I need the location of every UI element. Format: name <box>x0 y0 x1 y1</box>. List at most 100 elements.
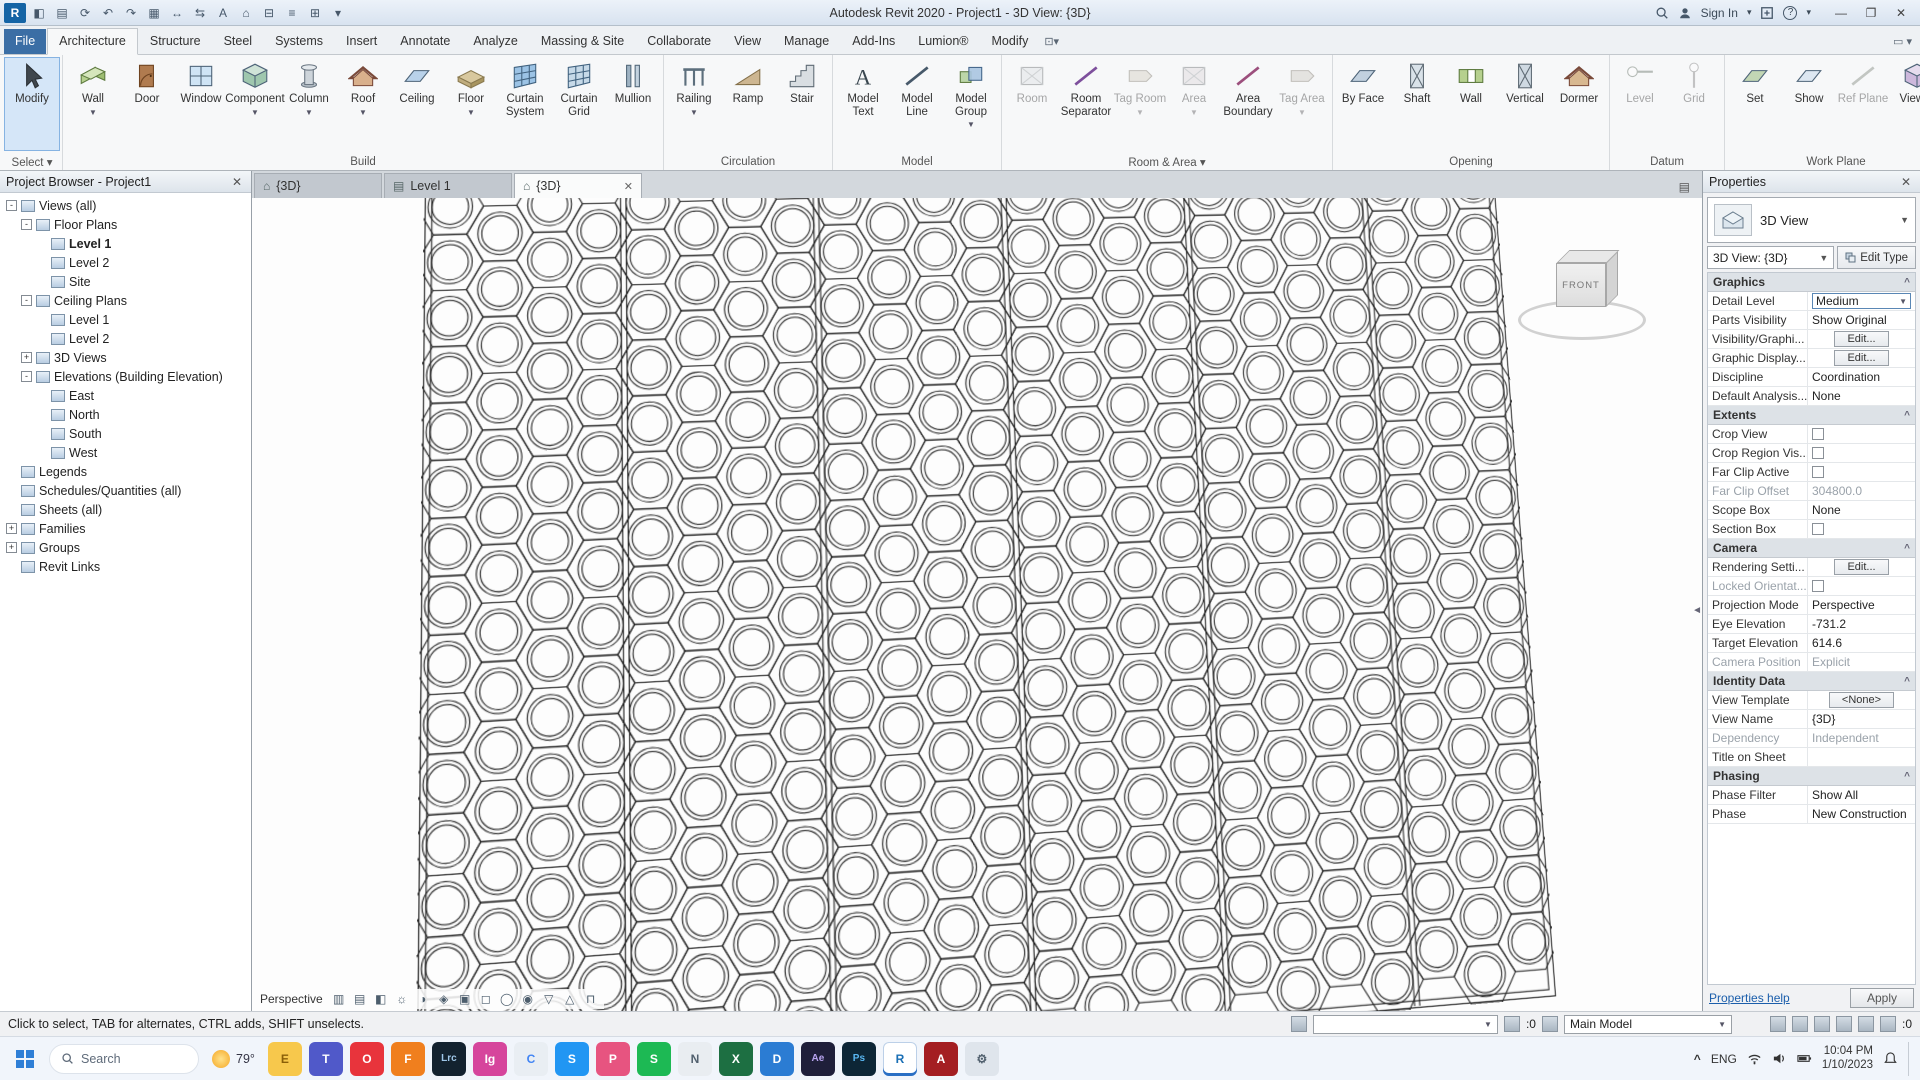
browser-item-families[interactable]: + Families <box>4 519 251 538</box>
browser-item-north[interactable]: North <box>4 405 251 424</box>
view-tab-close-icon[interactable]: ✕ <box>624 180 633 193</box>
sync-button[interactable]: ⟳ <box>75 3 95 23</box>
dropdown-caret-icon[interactable]: ▼ <box>967 119 975 132</box>
property-value[interactable]: -731.2 <box>1808 615 1915 633</box>
battery-icon[interactable] <box>1797 1051 1812 1066</box>
tray-chevron-icon[interactable]: ^ <box>1694 1052 1701 1066</box>
property-value[interactable]: Show Original <box>1808 311 1915 329</box>
select-pinned-toggle[interactable] <box>1813 1016 1830 1032</box>
browser-item-east[interactable]: East <box>4 386 251 405</box>
browser-item-sheets-all[interactable]: Sheets (all) <box>4 500 251 519</box>
section-header-camera[interactable]: Camera ^ <box>1708 539 1915 558</box>
panel-label-model[interactable]: Model <box>833 153 1001 170</box>
value-button[interactable]: Edit... <box>1834 350 1889 366</box>
taskbar-app-notes-app[interactable]: N <box>677 1041 712 1076</box>
section-collapse-icon[interactable]: ^ <box>1904 771 1910 782</box>
ribbon-tab-lumion[interactable]: Lumion® <box>907 29 979 54</box>
ribbon-button-curtain-grid[interactable]: Curtain Grid <box>552 58 606 150</box>
temporary-view-properties-icon[interactable]: ▽ <box>540 990 558 1008</box>
tree-expander-icon[interactable]: + <box>6 542 17 553</box>
modify-options-icon[interactable]: ⊡▾ <box>1040 35 1063 54</box>
taskbar-app-lightroom[interactable]: Lrc <box>431 1041 466 1076</box>
ribbon-button-window[interactable]: Window <box>174 58 228 150</box>
ribbon-button-ref-plane[interactable]: Ref Plane <box>1836 58 1890 150</box>
dropdown-caret-icon[interactable]: ▼ <box>690 107 698 120</box>
property-value[interactable]: Independent <box>1808 729 1915 747</box>
ribbon-button-show[interactable]: Show <box>1782 58 1836 150</box>
notifications-icon[interactable] <box>1883 1051 1898 1066</box>
redo-button[interactable]: ↷ <box>121 3 141 23</box>
checkbox-unchecked[interactable] <box>1812 523 1824 535</box>
property-value[interactable]: Coordination <box>1808 368 1915 386</box>
taskbar-app-chrome[interactable]: C <box>513 1041 548 1076</box>
maximize-button[interactable]: ❐ <box>1856 2 1886 24</box>
ribbon-button-room-separator[interactable]: Room Separator <box>1059 58 1113 150</box>
taskbar-app-spotify[interactable]: S <box>636 1041 671 1076</box>
dropdown-caret-icon[interactable]: ▼ <box>1136 107 1144 120</box>
exchange-apps-icon[interactable] <box>1760 6 1774 20</box>
help-caret-icon[interactable]: ▾ <box>1806 7 1811 18</box>
ribbon-button-area[interactable]: Area ▼ <box>1167 58 1221 150</box>
section-collapse-icon[interactable]: ^ <box>1904 410 1910 421</box>
ribbon-button-dormer[interactable]: Dormer <box>1552 58 1606 150</box>
browser-item-floor-plans[interactable]: - Floor Plans <box>4 215 251 234</box>
view-selector-combo[interactable]: 3D View: {3D} ▼ <box>1707 246 1835 269</box>
property-value[interactable] <box>1808 425 1915 443</box>
save-button[interactable]: ◧ <box>29 3 49 23</box>
ribbon-tab-insert[interactable]: Insert <box>335 29 388 54</box>
filter-icon[interactable] <box>1879 1016 1896 1032</box>
property-value[interactable]: 614.6 <box>1808 634 1915 652</box>
ribbon-tab-manage[interactable]: Manage <box>773 29 840 54</box>
combo-caret-icon[interactable]: ▼ <box>1899 297 1907 306</box>
project-browser-close-icon[interactable]: ✕ <box>229 175 245 189</box>
viewcube-side-face[interactable] <box>1606 251 1618 307</box>
visual-style-icon[interactable]: ◧ <box>372 990 390 1008</box>
sun-path-icon[interactable]: ☼ <box>393 990 411 1008</box>
property-value[interactable]: None <box>1808 387 1915 405</box>
text-button[interactable]: A <box>213 3 233 23</box>
crop-region-icon[interactable]: ◻ <box>477 990 495 1008</box>
property-value[interactable] <box>1808 577 1915 595</box>
browser-item-views-all[interactable]: - Views (all) <box>4 196 251 215</box>
browser-item-level-2[interactable]: Level 2 <box>4 329 251 348</box>
ribbon-button-set[interactable]: Set <box>1728 58 1782 150</box>
taskbar-app-word-d[interactable]: D <box>759 1041 794 1076</box>
ribbon-tab-steel[interactable]: Steel <box>213 29 264 54</box>
property-value[interactable]: {3D} <box>1808 710 1915 728</box>
section-header-phasing[interactable]: Phasing ^ <box>1708 767 1915 786</box>
property-value[interactable]: Medium ▼ <box>1808 292 1915 310</box>
checkbox-unchecked[interactable] <box>1812 580 1824 592</box>
ribbon-button-stair[interactable]: Stair <box>775 58 829 150</box>
select-underlay-toggle[interactable] <box>1791 1016 1808 1032</box>
design-options-icon[interactable] <box>1541 1016 1558 1032</box>
section-collapse-icon[interactable]: ^ <box>1904 543 1910 554</box>
temporary-hide-isolate-icon[interactable]: ◯ <box>498 990 516 1008</box>
browser-item-legends[interactable]: Legends <box>4 462 251 481</box>
ribbon-tab-file[interactable]: File <box>4 29 47 54</box>
section-header-identity-data[interactable]: Identity Data ^ <box>1708 672 1915 691</box>
property-value[interactable]: Explicit <box>1808 653 1915 671</box>
browser-item-west[interactable]: West <box>4 443 251 462</box>
measure-button[interactable]: ↔ <box>167 3 187 23</box>
ribbon-button-railing[interactable]: Railing ▼ <box>667 58 721 150</box>
section-collapse-icon[interactable]: ^ <box>1904 676 1910 687</box>
application-menu-button[interactable]: R <box>4 2 26 23</box>
ribbon-button-wall[interactable]: Wall ▼ <box>66 58 120 150</box>
ribbon-tab-structure[interactable]: Structure <box>139 29 212 54</box>
search-icon[interactable] <box>1655 6 1669 20</box>
taskbar-app-after-effects[interactable]: Ae <box>800 1041 835 1076</box>
sign-in-button[interactable]: Sign In <box>1701 6 1738 20</box>
property-value[interactable] <box>1808 748 1915 766</box>
browser-item-ceiling-plans[interactable]: - Ceiling Plans <box>4 291 251 310</box>
clock[interactable]: 10:04 PM 1/10/2023 <box>1822 1045 1873 1072</box>
open-button[interactable]: ▤ <box>52 3 72 23</box>
browser-item-groups[interactable]: + Groups <box>4 538 251 557</box>
properties-help-link[interactable]: Properties help <box>1709 991 1790 1005</box>
ribbon-button-shaft[interactable]: Shaft <box>1390 58 1444 150</box>
ribbon-minimize-icon[interactable]: ▭ ▾ <box>1889 35 1916 54</box>
panel-label-select[interactable]: Select ▾ <box>2 153 62 170</box>
dropdown-caret-icon[interactable]: ▼ <box>1190 107 1198 120</box>
ribbon-button-model-line[interactable]: Model Line <box>890 58 944 150</box>
type-selector-caret-icon[interactable]: ▼ <box>1900 215 1909 225</box>
rendering-dialog-icon[interactable]: ◈ <box>435 990 453 1008</box>
